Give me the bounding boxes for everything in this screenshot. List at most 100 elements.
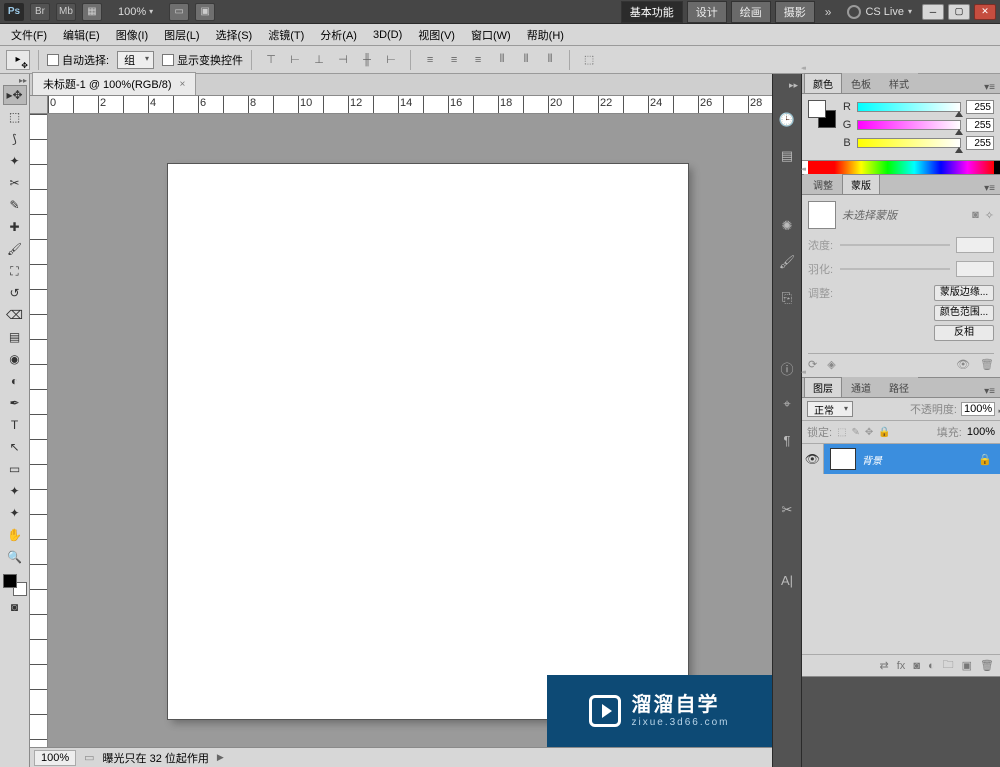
- align-hcenter-icon[interactable]: ╫: [356, 50, 378, 70]
- paths-tab[interactable]: 路径: [880, 377, 918, 397]
- hand-tool[interactable]: ✋: [3, 525, 27, 545]
- menu-3d[interactable]: 3D(D): [366, 27, 409, 43]
- zoom-tool[interactable]: 🔍: [3, 547, 27, 567]
- color-range-button[interactable]: 颜色范围...: [934, 305, 994, 321]
- menu-analysis[interactable]: 分析(A): [313, 25, 364, 45]
- r-slider[interactable]: [857, 102, 961, 112]
- masks-tab[interactable]: 蒙版: [842, 174, 880, 194]
- layer-mask-icon[interactable]: ◙: [913, 660, 920, 672]
- minibridge-icon[interactable]: Mb: [56, 3, 76, 21]
- pen-tool[interactable]: ✒: [3, 393, 27, 413]
- distribute-top-icon[interactable]: ≡: [419, 50, 441, 70]
- g-value[interactable]: 255: [966, 118, 994, 132]
- document-tab[interactable]: 未标题-1 @ 100%(RGB/8) ×: [32, 72, 196, 95]
- link-layers-icon[interactable]: ⇄: [880, 659, 889, 672]
- mask-edge-button[interactable]: 蒙版边缘...: [934, 285, 994, 301]
- distribute-right-icon[interactable]: ⦀: [539, 50, 561, 70]
- ruler-origin[interactable]: [30, 96, 48, 114]
- close-button[interactable]: ✕: [974, 4, 996, 20]
- history-panel-icon[interactable]: 🕒: [776, 109, 798, 131]
- menu-file[interactable]: 文件(F): [4, 25, 54, 45]
- channels-tab[interactable]: 通道: [842, 377, 880, 397]
- path-select-tool[interactable]: ↖: [3, 437, 27, 457]
- menu-window[interactable]: 窗口(W): [464, 25, 518, 45]
- workspace-painting[interactable]: 绘画: [731, 1, 771, 23]
- opacity-value[interactable]: 100%: [961, 402, 995, 416]
- history-brush-tool[interactable]: ↺: [3, 283, 27, 303]
- distribute-hcenter-icon[interactable]: ⦀: [515, 50, 537, 70]
- new-layer-icon[interactable]: ▣: [962, 659, 972, 672]
- blur-tool[interactable]: ◉: [3, 349, 27, 369]
- layer-visibility-icon[interactable]: 👁: [802, 444, 824, 474]
- b-value[interactable]: 255: [966, 136, 994, 150]
- crop-tool[interactable]: ✂: [3, 173, 27, 193]
- menu-image[interactable]: 图像(I): [109, 25, 155, 45]
- status-zoom[interactable]: 100%: [34, 750, 76, 766]
- density-value[interactable]: [956, 237, 994, 253]
- clone-source-panel-icon[interactable]: ⎘: [776, 287, 798, 309]
- brush-presets-panel-icon[interactable]: ✺: [776, 215, 798, 237]
- cs-live-button[interactable]: CS Live: [841, 5, 918, 19]
- foreground-color-swatch[interactable]: [3, 574, 17, 588]
- panel-color-swatches[interactable]: [808, 100, 836, 128]
- panel-menu-icon[interactable]: ▾≡: [979, 82, 1000, 93]
- distribute-left-icon[interactable]: ⦀: [491, 50, 513, 70]
- feather-value[interactable]: [956, 261, 994, 277]
- color-swatches[interactable]: [3, 574, 27, 596]
- r-value[interactable]: 255: [966, 100, 994, 114]
- layer-thumbnail[interactable]: [830, 448, 856, 470]
- 3d-tool[interactable]: ✦: [3, 481, 27, 501]
- layer-lock-icon[interactable]: 🔒: [970, 453, 1000, 466]
- invert-button[interactable]: 反相: [934, 325, 994, 341]
- menu-select[interactable]: 选择(S): [209, 25, 260, 45]
- eyedropper-tool[interactable]: ✎: [3, 195, 27, 215]
- menu-help[interactable]: 帮助(H): [520, 25, 571, 45]
- quick-select-tool[interactable]: ✦: [3, 151, 27, 171]
- marquee-tool[interactable]: ⬚: [3, 107, 27, 127]
- layers-tab[interactable]: 图层: [804, 377, 842, 397]
- panel-menu-icon[interactable]: ▾≡: [979, 386, 1000, 397]
- maximize-button[interactable]: ▢: [948, 4, 970, 20]
- more-workspaces[interactable]: »: [819, 5, 838, 19]
- minimize-button[interactable]: ─: [922, 4, 944, 20]
- vector-mask-icon[interactable]: ✧: [985, 209, 994, 222]
- move-tool[interactable]: ▸✥: [3, 85, 27, 105]
- blend-mode-select[interactable]: 正常: [807, 401, 853, 417]
- color-tab[interactable]: 颜色: [804, 73, 842, 93]
- zoom-level[interactable]: 100%: [108, 6, 163, 18]
- delete-layer-icon[interactable]: 🗑: [980, 659, 994, 672]
- status-menu-icon[interactable]: ▶: [217, 752, 224, 763]
- distribute-bottom-icon[interactable]: ≡: [467, 50, 489, 70]
- lock-pixels-icon[interactable]: ⬚: [837, 427, 846, 438]
- new-group-icon[interactable]: 🗀: [943, 656, 954, 675]
- lock-all-icon[interactable]: 🔒: [878, 427, 890, 438]
- navigator-panel-icon[interactable]: ⌖: [776, 393, 798, 415]
- shape-tool[interactable]: ▭: [3, 459, 27, 479]
- adjustments-tab[interactable]: 调整: [804, 174, 842, 194]
- styles-tab[interactable]: 样式: [880, 73, 918, 93]
- 3d-camera-tool[interactable]: ✦: [3, 503, 27, 523]
- horizontal-ruler[interactable]: 0246810121416182022242628: [48, 96, 772, 114]
- swatches-tab[interactable]: 色板: [842, 73, 880, 93]
- align-right-icon[interactable]: ⊢: [380, 50, 402, 70]
- g-slider[interactable]: [857, 120, 961, 130]
- view-extras-icon[interactable]: ▦: [82, 3, 102, 21]
- canvas-viewport[interactable]: [48, 114, 772, 747]
- menu-filter[interactable]: 滤镜(T): [261, 25, 311, 45]
- layer-row[interactable]: 👁 背景 🔒: [802, 444, 1000, 474]
- screen-mode-icon[interactable]: ▣: [195, 3, 215, 21]
- lasso-tool[interactable]: ⟆: [3, 129, 27, 149]
- pixel-mask-icon[interactable]: ◙: [972, 209, 979, 222]
- layer-list[interactable]: 👁 背景 🔒: [802, 444, 1000, 654]
- brushes-panel-icon[interactable]: 🖌: [776, 251, 798, 273]
- dodge-tool[interactable]: ◐: [3, 371, 27, 391]
- adjustment-layer-icon[interactable]: ◐: [928, 660, 935, 672]
- mask-delete-icon[interactable]: 🗑: [980, 358, 994, 371]
- align-top-icon[interactable]: ⊤: [260, 50, 282, 70]
- auto-select-mode[interactable]: 组: [117, 51, 154, 69]
- quick-mask-tool[interactable]: ◙: [3, 597, 27, 617]
- paragraph-panel-icon[interactable]: ¶: [776, 429, 798, 451]
- density-slider[interactable]: [840, 244, 950, 246]
- eraser-tool[interactable]: ⌫: [3, 305, 27, 325]
- align-bottom-icon[interactable]: ⊥: [308, 50, 330, 70]
